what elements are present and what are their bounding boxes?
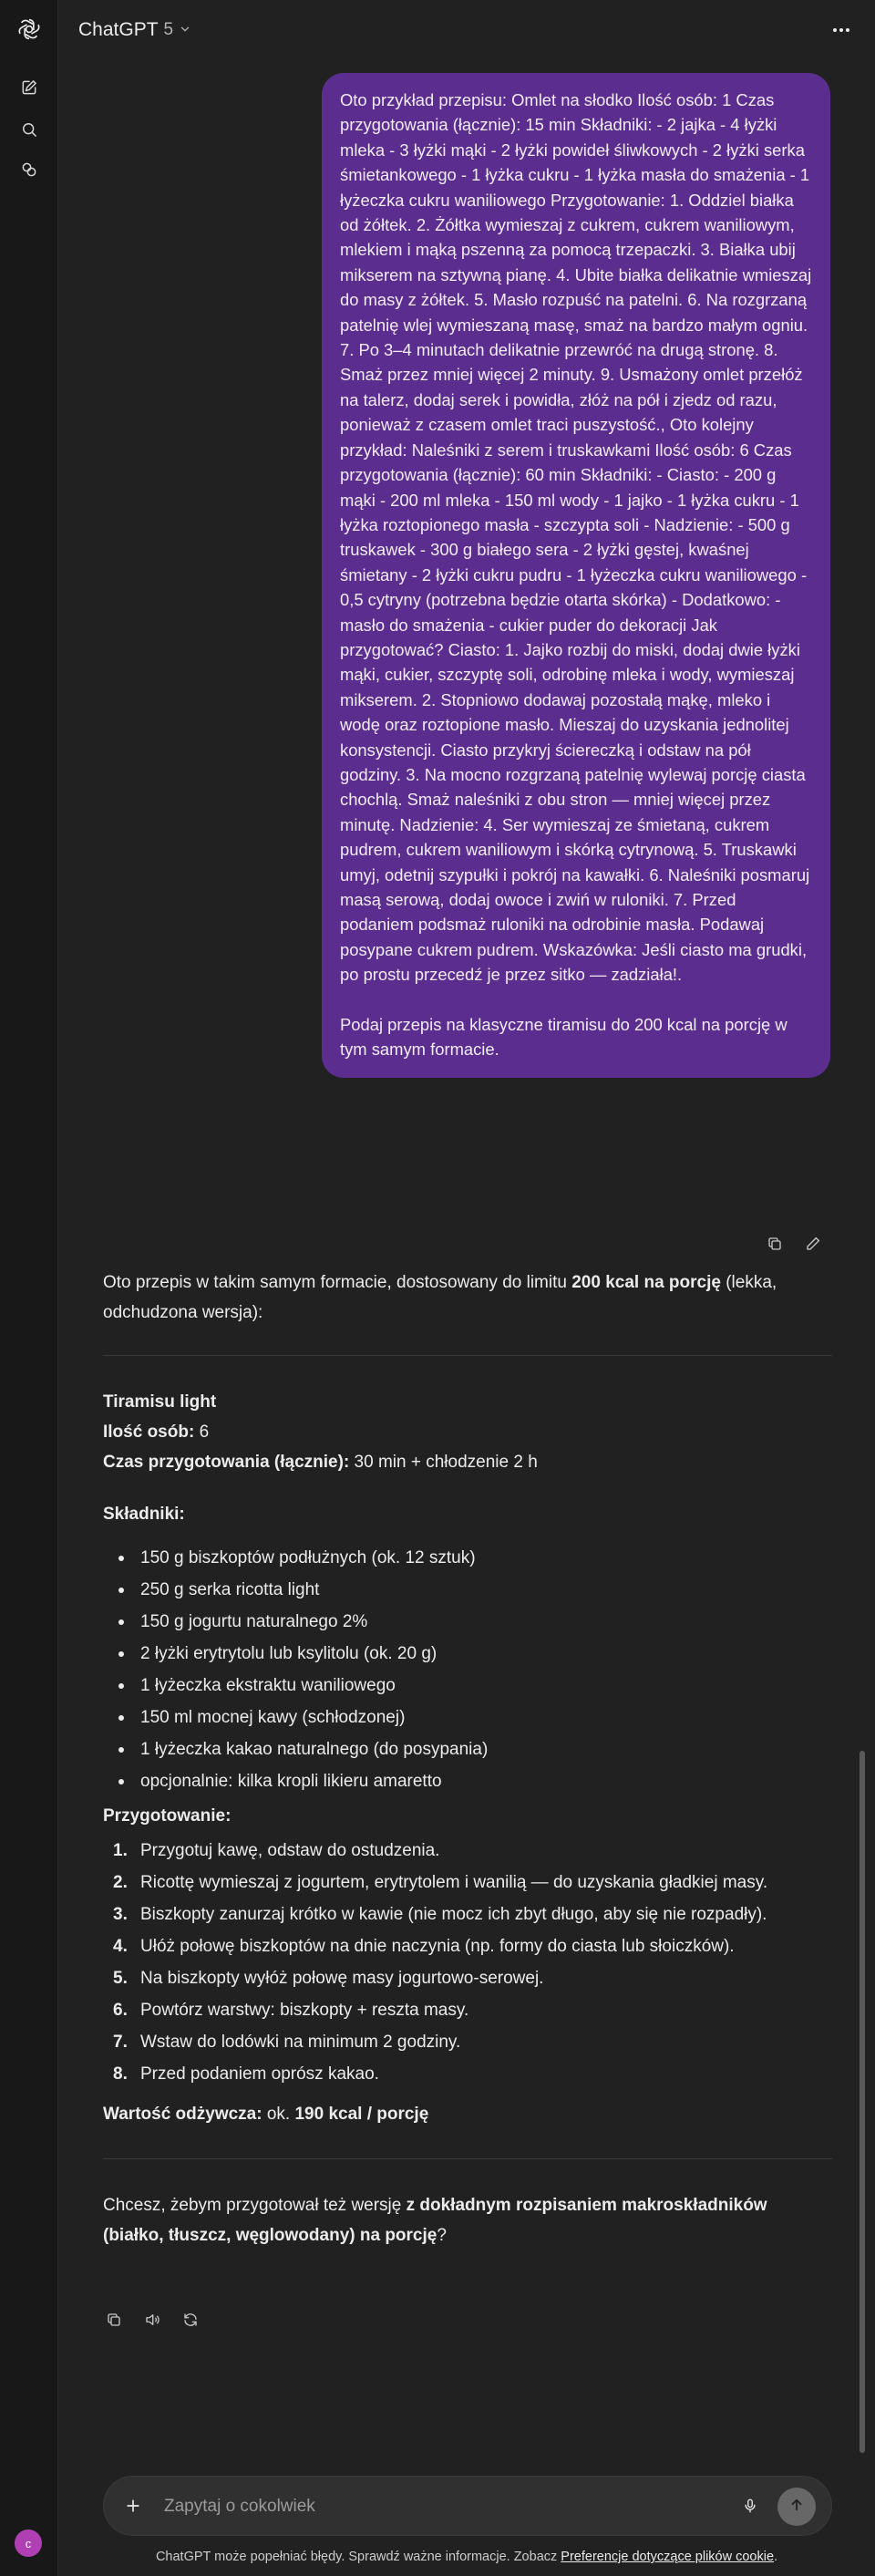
nutrition-text: ok.: [262, 2105, 295, 2124]
search-icon[interactable]: [16, 117, 42, 142]
nutrition-value: 190 kcal / porcję: [294, 2105, 429, 2124]
microphone-icon[interactable]: [739, 2495, 761, 2517]
list-item: 150 g biszkoptów podłużnych (ok. 12 sztu…: [103, 1542, 832, 1574]
time-label: Czas przygotowania (łącznie):: [103, 1453, 350, 1472]
list-item: 1 łyżeczka kakao naturalnego (do posypan…: [103, 1733, 832, 1765]
footer-disclaimer: ChatGPT może popełniać błędy. Sprawdź wa…: [58, 2550, 875, 2564]
list-item: 150 g jogurtu naturalnego 2%: [103, 1606, 832, 1638]
steps-list: 1. Przygotuj kawę, odstaw do ostudzenia. …: [103, 1835, 832, 2090]
ingredients-heading: Składniki:: [103, 1499, 832, 1529]
composer: [103, 2476, 832, 2536]
servings-label: Ilość osób:: [103, 1422, 195, 1442]
followup-question: Chcesz, żebym przygotował też wersję z d…: [103, 2190, 832, 2250]
footer-text: ChatGPT może popełniać błędy. Sprawdź wa…: [155, 2550, 561, 2564]
list-item: 6. Powtórz warstwy: biszkopty + reszta ma…: [103, 1994, 832, 2026]
list-item: 2 łyżki erytrytolu lub ksylitolu (ok. 20…: [103, 1638, 832, 1670]
answer-intro: Oto przepis w takim samym formacie, dost…: [103, 1267, 832, 1328]
model-version: 5: [163, 20, 174, 39]
list-item: 1. Przygotuj kawę, odstaw do ostudzenia.: [103, 1835, 832, 1867]
new-chat-icon[interactable]: [16, 75, 42, 100]
answer-intro-text: Oto przepis w takim samym formacie, dost…: [103, 1273, 572, 1292]
chevron-down-icon: [179, 19, 191, 41]
step-text: Wstaw do lodówki na minimum 2 godziny.: [140, 2033, 461, 2052]
list-item: 5. Na biszkopty wyłóż połowę masy jogurto…: [103, 1962, 832, 1994]
list-item: 1 łyżeczka ekstraktu waniliowego: [103, 1670, 832, 1702]
sidebar-rail: c: [0, 0, 58, 2576]
list-item: 3. Biszkopty zanurzaj krótko w kawie (nie…: [103, 1898, 832, 1930]
scrollbar-thumb[interactable]: [860, 1751, 865, 2453]
answer-intro-bold: 200 kcal na porcję: [571, 1273, 721, 1292]
list-item: opcjonalnie: kilka kropli likieru amaret…: [103, 1765, 832, 1797]
recipe-title-text: Tiramisu light: [103, 1392, 217, 1412]
assistant-message: Oto przepis w takim samym formacie, dost…: [103, 1267, 832, 2250]
copy-icon[interactable]: [764, 1233, 786, 1255]
library-icon[interactable]: [16, 157, 42, 182]
steps-label: Przygotowanie:: [103, 1806, 232, 1826]
assistant-message-actions: [103, 2309, 201, 2331]
more-options-icon[interactable]: [828, 18, 855, 42]
divider: [103, 2158, 832, 2159]
cookie-preferences-link[interactable]: Preferencje dotyczące plików cookie: [561, 2550, 774, 2564]
step-text: Ricottę wymieszaj z jogurtem, erytrytole…: [140, 1873, 768, 1892]
nutrition-info: Wartość odżywcza: ok. 190 kcal / porcję: [103, 2099, 832, 2129]
list-item: 8. Przed podaniem oprósz kakao.: [103, 2058, 832, 2090]
edit-icon[interactable]: [802, 1233, 824, 1255]
list-item: 4. Ułóż połowę biszkoptów na dnie naczyni…: [103, 1930, 832, 1962]
list-item: 150 ml mocnej kawy (schłodzonej): [103, 1702, 832, 1733]
time-value: 30 min + chłodzenie 2 h: [349, 1453, 538, 1472]
plus-icon[interactable]: [122, 2495, 144, 2517]
recipe-time: Czas przygotowania (łącznie): 30 min + c…: [103, 1447, 832, 1477]
step-number: 1.: [113, 1841, 128, 1860]
step-number: 4.: [113, 1937, 128, 1956]
followup-text: Chcesz, żebym przygotował też wersję: [103, 2196, 407, 2215]
step-text: Biszkopty zanurzaj krótko w kawie (nie m…: [140, 1905, 767, 1924]
step-text: Ułóż połowę biszkoptów na dnie naczynia …: [140, 1937, 735, 1956]
list-item: 2. Ricottę wymieszaj z jogurtem, erytryto…: [103, 1867, 832, 1898]
steps-heading: Przygotowanie:: [103, 1801, 832, 1831]
user-message-paragraph: Oto przykład przepisu: Omlet na słodko I…: [340, 90, 812, 985]
openai-logo-icon[interactable]: [16, 16, 42, 42]
user-message-actions: [764, 1233, 824, 1255]
recipe-title: Tiramisu light: [103, 1387, 832, 1417]
divider: [103, 1355, 832, 1356]
arrow-up-icon: [788, 2497, 805, 2518]
recipe-servings: Ilość osób: 6: [103, 1417, 832, 1447]
step-number: 7.: [113, 2033, 128, 2052]
step-text: Powtórz warstwy: biszkopty + reszta masy…: [140, 2001, 469, 2020]
user-message-paragraph: Podaj przepis na klasyczne tiramisu do 2…: [340, 1014, 788, 1060]
step-number: 2.: [113, 1873, 128, 1892]
servings-value: 6: [194, 1422, 210, 1442]
step-number: 6.: [113, 2001, 128, 2020]
read-aloud-icon[interactable]: [141, 2309, 163, 2331]
prompt-input[interactable]: [162, 2489, 713, 2524]
footer-text-end: .: [774, 2550, 778, 2564]
step-text: Na biszkopty wyłóż połowę masy jogurtowo…: [140, 1969, 544, 1988]
ingredients-list: 150 g biszkoptów podłużnych (ok. 12 sztu…: [103, 1542, 832, 1797]
model-name: ChatGPT: [78, 19, 159, 40]
step-number: 5.: [113, 1969, 128, 1988]
ingredients-label: Składniki:: [103, 1505, 185, 1524]
regenerate-icon[interactable]: [180, 2309, 201, 2331]
send-button[interactable]: [777, 2488, 816, 2526]
nutrition-label: Wartość odżywcza:: [103, 2105, 262, 2124]
top-bar: ChatGPT 5: [58, 0, 875, 60]
step-text: Przygotuj kawę, odstaw do ostudzenia.: [140, 1841, 440, 1860]
user-message: Oto przykład przepisu: Omlet na słodko I…: [322, 73, 830, 1079]
avatar-letter: c: [25, 2536, 32, 2550]
list-item: 250 g serka ricotta light: [103, 1574, 832, 1606]
avatar[interactable]: c: [15, 2529, 42, 2557]
step-text: Przed podaniem oprósz kakao.: [140, 2064, 379, 2084]
step-number: 3.: [113, 1905, 128, 1924]
model-selector-button[interactable]: ChatGPT 5: [78, 16, 191, 44]
step-number: 8.: [113, 2064, 128, 2084]
followup-text: ?: [437, 2226, 447, 2245]
list-item: 7. Wstaw do lodówki na minimum 2 godziny.: [103, 2026, 832, 2058]
copy-icon[interactable]: [103, 2309, 125, 2331]
